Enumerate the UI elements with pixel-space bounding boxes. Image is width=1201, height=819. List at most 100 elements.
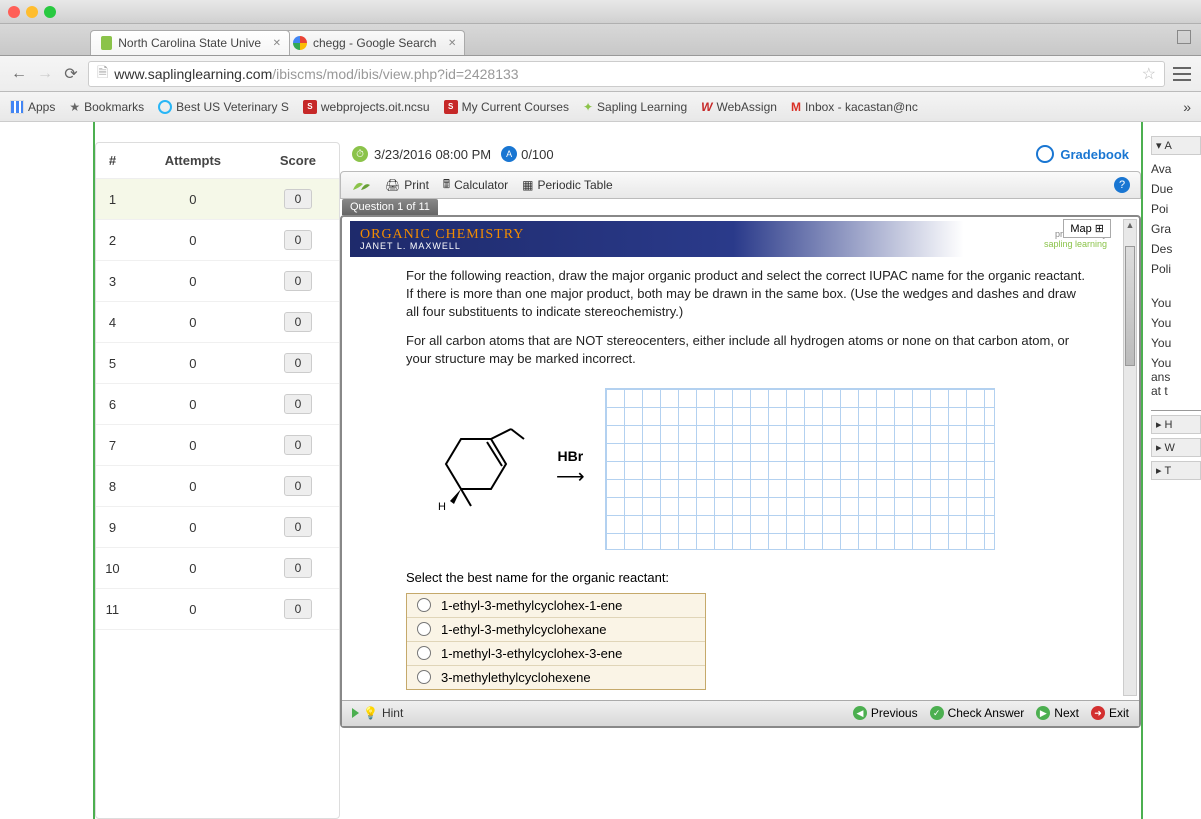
bookmark-item[interactable]: ✦Sapling Learning bbox=[583, 100, 687, 114]
radio-input[interactable] bbox=[417, 670, 431, 684]
score-button[interactable]: 0 bbox=[284, 271, 313, 291]
q-score: 0 bbox=[257, 261, 339, 302]
accordion-item[interactable]: ▸W bbox=[1151, 438, 1201, 457]
bookmark-item[interactable]: SMy Current Courses bbox=[444, 100, 569, 114]
map-button[interactable]: Map⊞ bbox=[1063, 219, 1111, 238]
expand-window-icon[interactable] bbox=[1177, 30, 1191, 44]
question-row[interactable]: 4 0 0 bbox=[96, 302, 339, 343]
help-button[interactable]: ? bbox=[1114, 177, 1130, 193]
browser-tab-0[interactable]: North Carolina State Unive ✕ bbox=[90, 30, 290, 55]
score-button[interactable]: 0 bbox=[284, 230, 313, 250]
question-toolbar: 🖨Print 🖩Calculator ▦Periodic Table ? bbox=[340, 171, 1141, 199]
score-button[interactable]: 0 bbox=[284, 312, 313, 332]
page-content: # Attempts Score 1 0 02 0 03 0 04 bbox=[0, 122, 1201, 819]
previous-button[interactable]: ◀Previous bbox=[853, 706, 918, 720]
scrollbar[interactable]: ▲ bbox=[1123, 219, 1137, 696]
question-row[interactable]: 8 0 0 bbox=[96, 466, 339, 507]
zoom-window-icon[interactable] bbox=[44, 6, 56, 18]
score-button[interactable]: 0 bbox=[284, 599, 313, 619]
browser-tab-1[interactable]: chegg - Google Search ✕ bbox=[282, 30, 465, 55]
minimize-window-icon[interactable] bbox=[26, 6, 38, 18]
scroll-up-icon[interactable]: ▲ bbox=[1124, 220, 1136, 232]
play-icon: ▸ bbox=[1156, 464, 1162, 477]
sidebar-item: You bbox=[1151, 293, 1201, 313]
accordion-item[interactable]: ▸T bbox=[1151, 461, 1201, 480]
question-row[interactable]: 9 0 0 bbox=[96, 507, 339, 548]
bookmark-item[interactable]: MInbox - kacastan@nc bbox=[791, 100, 918, 114]
question-row[interactable]: 7 0 0 bbox=[96, 425, 339, 466]
question-row[interactable]: 1 0 0 bbox=[96, 179, 339, 220]
sidebar-header[interactable]: ▾A bbox=[1151, 136, 1201, 155]
bookmark-overflow[interactable]: » bbox=[1183, 99, 1191, 115]
gradebook-link[interactable]: Gradebook bbox=[1036, 145, 1129, 163]
close-tab-icon[interactable]: ✕ bbox=[273, 38, 281, 49]
question-row[interactable]: 6 0 0 bbox=[96, 384, 339, 425]
question-row[interactable]: 11 0 0 bbox=[96, 589, 339, 630]
table-icon: ▦ bbox=[522, 178, 533, 192]
drawing-canvas[interactable] bbox=[605, 388, 995, 550]
bookmark-item[interactable]: Swebprojects.oit.ncsu bbox=[303, 100, 430, 114]
periodic-table-button[interactable]: ▦Periodic Table bbox=[522, 178, 613, 192]
sidebar-item: You bbox=[1151, 333, 1201, 353]
radio-input[interactable] bbox=[417, 622, 431, 636]
question-row[interactable]: 10 0 0 bbox=[96, 548, 339, 589]
address-bar: ← → ⟳ 🗎 www.saplinglearning.com/ibiscms/… bbox=[0, 56, 1201, 92]
bookmark-star-icon[interactable]: ☆ bbox=[1142, 64, 1156, 84]
q-number: 9 bbox=[96, 507, 129, 548]
radio-input[interactable] bbox=[417, 598, 431, 612]
exit-button[interactable]: ➜Exit bbox=[1091, 706, 1129, 720]
webassign-icon: W bbox=[701, 100, 712, 114]
score-button[interactable]: 0 bbox=[284, 558, 313, 578]
hint-button[interactable]: 💡Hint bbox=[352, 706, 403, 720]
col-number: # bbox=[96, 143, 129, 179]
bookmark-bar: Apps ★Bookmarks Best US Veterinary S Swe… bbox=[0, 92, 1201, 122]
option-1[interactable]: 1-ethyl-3-methylcyclohexane bbox=[407, 618, 705, 642]
score-button[interactable]: 0 bbox=[284, 394, 313, 414]
q-number: 10 bbox=[96, 548, 129, 589]
scroll-thumb[interactable] bbox=[1125, 246, 1135, 366]
close-window-icon[interactable] bbox=[8, 6, 20, 18]
q-attempts: 0 bbox=[129, 343, 257, 384]
browser-menu-button[interactable] bbox=[1173, 65, 1191, 83]
check-answer-button[interactable]: ✓Check Answer bbox=[930, 706, 1025, 720]
map-icon: ⊞ bbox=[1095, 222, 1104, 235]
question-row[interactable]: 2 0 0 bbox=[96, 220, 339, 261]
url-input[interactable]: 🗎 www.saplinglearning.com/ibiscms/mod/ib… bbox=[88, 61, 1165, 87]
sidebar-item: Gra bbox=[1151, 219, 1201, 239]
option-2[interactable]: 1-methyl-3-ethylcyclohex-3-ene bbox=[407, 642, 705, 666]
reload-button[interactable]: ⟳ bbox=[62, 65, 80, 83]
page-icon: 🗎 bbox=[97, 62, 108, 86]
bookmark-item[interactable]: WWebAssign bbox=[701, 100, 777, 114]
back-button[interactable]: ← bbox=[10, 65, 28, 83]
score-button[interactable]: 0 bbox=[284, 353, 313, 373]
accordion-item[interactable]: ▸H bbox=[1151, 415, 1201, 434]
printer-icon: 🖨 bbox=[385, 178, 400, 192]
score-button[interactable]: 0 bbox=[284, 517, 313, 537]
question-row[interactable]: 5 0 0 bbox=[96, 343, 339, 384]
col-score: Score bbox=[257, 143, 339, 179]
tab-title: North Carolina State Unive bbox=[118, 36, 261, 50]
q-score: 0 bbox=[257, 343, 339, 384]
score-button[interactable]: 0 bbox=[284, 435, 313, 455]
apps-button[interactable]: Apps bbox=[10, 100, 55, 114]
radio-input[interactable] bbox=[417, 646, 431, 660]
play-icon bbox=[352, 708, 359, 718]
print-button[interactable]: 🖨Print bbox=[385, 178, 429, 192]
score-button[interactable]: 0 bbox=[284, 476, 313, 496]
star-icon: ★ bbox=[69, 100, 80, 114]
close-tab-icon[interactable]: ✕ bbox=[448, 38, 456, 49]
next-button[interactable]: ▶Next bbox=[1036, 706, 1079, 720]
reaction-row: H HBr ⟶ bbox=[346, 378, 1121, 560]
score-button[interactable]: 0 bbox=[284, 189, 313, 209]
question-number-label: Question 1 of 11 bbox=[342, 199, 438, 215]
calculator-button[interactable]: 🖩Calculator bbox=[443, 175, 508, 196]
gradebook-icon bbox=[1036, 145, 1054, 163]
bookmark-item[interactable]: Best US Veterinary S bbox=[158, 100, 289, 114]
option-0[interactable]: 1-ethyl-3-methylcyclohex-1-ene bbox=[407, 594, 705, 618]
ncsu-icon: S bbox=[303, 100, 317, 114]
q-score: 0 bbox=[257, 589, 339, 630]
forward-button[interactable]: → bbox=[36, 65, 54, 83]
bookmark-item[interactable]: ★Bookmarks bbox=[69, 100, 144, 114]
option-3[interactable]: 3-methylethylcyclohexene bbox=[407, 666, 705, 689]
question-row[interactable]: 3 0 0 bbox=[96, 261, 339, 302]
